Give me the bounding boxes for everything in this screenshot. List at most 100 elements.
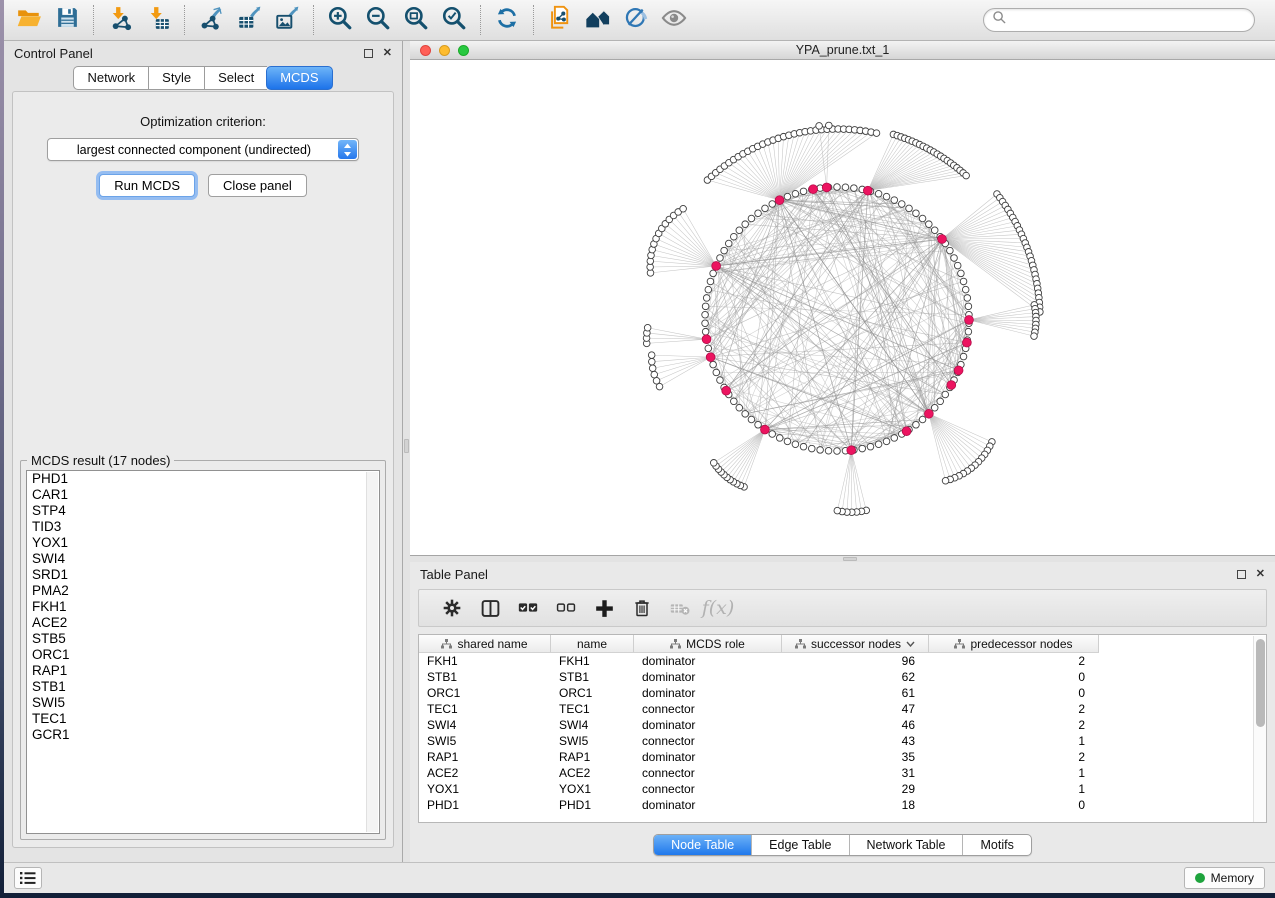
mcds-result-item[interactable]: TEC1	[27, 711, 379, 727]
save-session-button[interactable]	[48, 3, 86, 37]
close-panel-icon[interactable]: ✕	[1256, 569, 1265, 580]
zoom-out-button[interactable]	[359, 3, 397, 37]
export-network-button[interactable]	[192, 3, 230, 37]
table-cell: 2	[929, 701, 1099, 717]
tab-edge-table[interactable]: Edge Table	[751, 835, 848, 855]
zoom-fit-button[interactable]	[397, 3, 435, 37]
mcds-result-item[interactable]: YOX1	[27, 535, 379, 551]
close-panel-icon[interactable]: ✕	[383, 48, 392, 59]
table-cell: 18	[782, 797, 929, 813]
import-table-icon	[145, 5, 171, 36]
export-image-button[interactable]	[268, 3, 306, 37]
delete-table-button[interactable]	[661, 593, 699, 623]
table-cell: RAP1	[551, 749, 634, 765]
table-row[interactable]: PHD1PHD1dominator180	[419, 797, 1266, 813]
table-scrollbar[interactable]	[1253, 636, 1266, 822]
deselect-all-button[interactable]	[547, 593, 585, 623]
column-header-shared-name[interactable]: shared name	[419, 635, 551, 653]
add-column-button[interactable]	[585, 593, 623, 623]
splitter-grip[interactable]	[843, 557, 857, 561]
refresh-button[interactable]	[488, 3, 526, 37]
mcds-result-item[interactable]: TID3	[27, 519, 379, 535]
mcds-result-item[interactable]: FKH1	[27, 599, 379, 615]
horizontal-splitter[interactable]	[410, 556, 1275, 562]
show-hide-eye-button[interactable]	[655, 3, 693, 37]
column-header-name[interactable]: name	[551, 635, 634, 653]
mcds-result-item[interactable]: ORC1	[27, 647, 379, 663]
dropdown-value: largest connected component (undirected)	[48, 143, 358, 157]
table-settings-button[interactable]	[433, 593, 471, 623]
nested-networks-button[interactable]	[579, 3, 617, 37]
network-window-title: YPA_prune.txt_1	[410, 43, 1275, 57]
mcds-result-item[interactable]: STP4	[27, 503, 379, 519]
column-header-predecessor-nodes[interactable]: predecessor nodes	[929, 635, 1099, 653]
table-row[interactable]: YOX1YOX1connector291	[419, 781, 1266, 797]
table-cell: 2	[929, 653, 1099, 669]
run-mcds-button[interactable]: Run MCDS	[99, 174, 195, 197]
tab-mcds[interactable]: MCDS	[266, 66, 332, 90]
mcds-result-item[interactable]: STB5	[27, 631, 379, 647]
table-row[interactable]: FKH1FKH1dominator962	[419, 653, 1266, 669]
mcds-result-item[interactable]: SWI5	[27, 695, 379, 711]
splitter-grip[interactable]	[404, 439, 409, 453]
table-row[interactable]: STB1STB1dominator620	[419, 669, 1266, 685]
search-input[interactable]	[1007, 11, 1254, 29]
optimization-criterion-dropdown[interactable]: largest connected component (undirected)	[47, 138, 359, 161]
table-row[interactable]: ACE2ACE2connector311	[419, 765, 1266, 781]
clone-network-button[interactable]	[541, 3, 579, 37]
import-network-button[interactable]	[101, 3, 139, 37]
memory-button[interactable]: Memory	[1184, 867, 1265, 889]
hide-graphics-details-button[interactable]	[617, 3, 655, 37]
mcds-result-item[interactable]: STB1	[27, 679, 379, 695]
tab-style[interactable]: Style	[148, 66, 204, 90]
tab-network[interactable]: Network	[73, 66, 148, 90]
network-canvas[interactable]	[410, 60, 1275, 555]
table-row[interactable]: RAP1RAP1dominator352	[419, 749, 1266, 765]
tab-select[interactable]: Select	[204, 66, 267, 90]
tab-network-table[interactable]: Network Table	[849, 835, 963, 855]
table-scrollbar-thumb[interactable]	[1256, 639, 1265, 727]
mcds-result-item[interactable]: SRD1	[27, 567, 379, 583]
column-header-successor-nodes[interactable]: successor nodes	[782, 635, 929, 653]
function-builder-button[interactable]: f(x)	[699, 593, 737, 623]
mcds-result-item[interactable]: ACE2	[27, 615, 379, 631]
mcds-result-item[interactable]: GCR1	[27, 727, 379, 743]
refresh-icon	[494, 5, 520, 36]
network-window-titlebar: YPA_prune.txt_1	[410, 41, 1275, 60]
zoom-selected-button[interactable]	[435, 3, 473, 37]
float-panel-icon[interactable]	[364, 49, 373, 58]
table-row[interactable]: ORC1ORC1dominator610	[419, 685, 1266, 701]
memory-label: Memory	[1211, 871, 1254, 885]
table-row[interactable]: SWI4SWI4dominator462	[419, 717, 1266, 733]
mcds-result-item[interactable]: SWI4	[27, 551, 379, 567]
tab-motifs[interactable]: Motifs	[962, 835, 1030, 855]
delete-column-button[interactable]	[623, 593, 661, 623]
mcds-result-item[interactable]: RAP1	[27, 663, 379, 679]
table-cell: SWI4	[419, 717, 551, 733]
mcds-result-item[interactable]: PHD1	[27, 471, 379, 487]
task-history-button[interactable]	[14, 867, 42, 889]
table-cell: connector	[634, 765, 782, 781]
table-toolbar: f(x)	[418, 589, 1267, 627]
zoom-in-button[interactable]	[321, 3, 359, 37]
result-list-scrollbar[interactable]	[366, 472, 378, 832]
table-row[interactable]: SWI5SWI5connector431	[419, 733, 1266, 749]
tab-node-table[interactable]: Node Table	[654, 835, 751, 855]
select-all-button[interactable]	[509, 593, 547, 623]
show-columns-button[interactable]	[471, 593, 509, 623]
open-file-button[interactable]	[10, 3, 48, 37]
float-panel-icon[interactable]	[1237, 570, 1246, 579]
column-header-mcds-role[interactable]: MCDS role	[634, 635, 782, 653]
mcds-result-list[interactable]: PHD1CAR1STP4TID3YOX1SWI4SRD1PMA2FKH1ACE2…	[26, 470, 380, 834]
table-cell: 0	[929, 797, 1099, 813]
export-table-button[interactable]	[230, 3, 268, 37]
network-graph	[410, 60, 1275, 555]
table-cell: PHD1	[419, 797, 551, 813]
mcds-result-item[interactable]: CAR1	[27, 487, 379, 503]
table-row[interactable]: TEC1TEC1connector472	[419, 701, 1266, 717]
close-panel-button[interactable]: Close panel	[208, 174, 307, 197]
column-type-icon	[795, 639, 806, 649]
import-table-button[interactable]	[139, 3, 177, 37]
vertical-splitter[interactable]	[403, 41, 410, 862]
mcds-result-item[interactable]: PMA2	[27, 583, 379, 599]
